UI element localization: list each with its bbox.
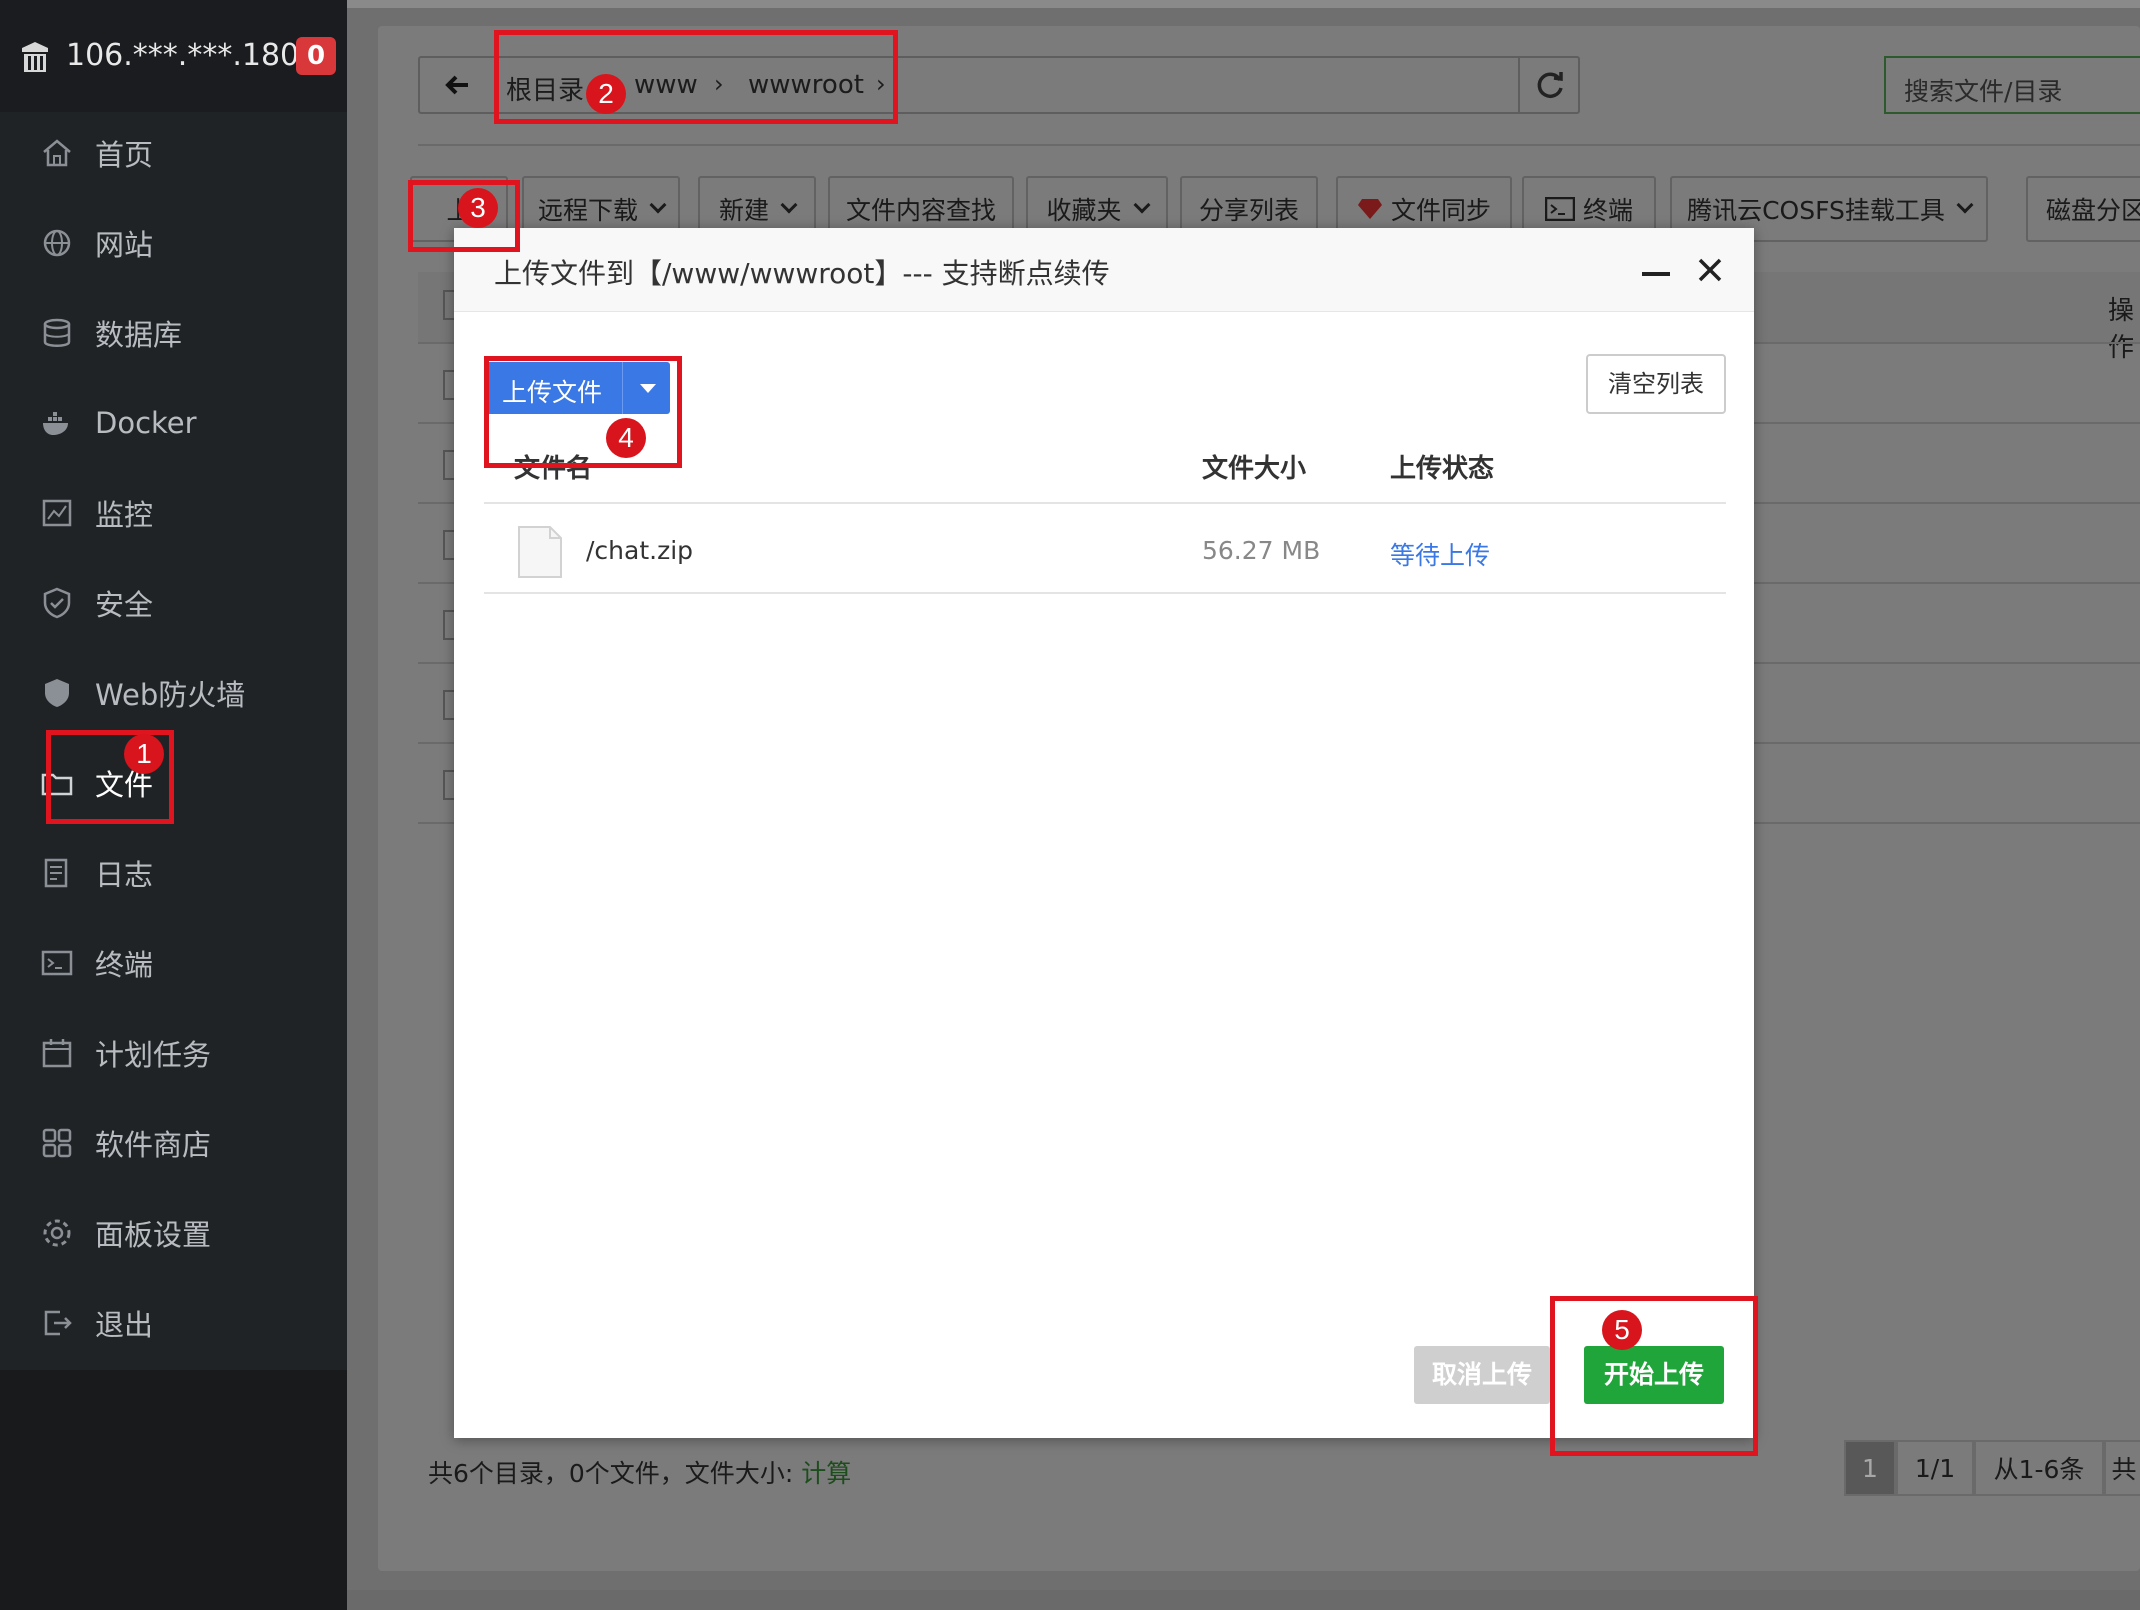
refresh-icon	[1537, 72, 1563, 98]
globe-icon	[43, 229, 71, 257]
sidebar-item-label: 软件商店	[95, 1128, 212, 1162]
sidebar-item-logs[interactable]: 日志	[0, 828, 347, 918]
cosfs-label: 腾讯云COSFS挂载工具	[1687, 196, 1945, 225]
file-summary: 共6个目录，0个文件，文件大小: 计算	[428, 1454, 851, 1490]
clear-list-button[interactable]: 清空列表	[1586, 354, 1726, 414]
file-sync-label: 文件同步	[1390, 196, 1491, 225]
cancel-upload-button[interactable]: 取消上传	[1414, 1346, 1550, 1404]
page-current[interactable]: 1	[1844, 1440, 1896, 1496]
chevron-down-icon	[649, 196, 667, 214]
sidebar-item-website[interactable]: 网站	[0, 198, 347, 288]
sidebar-item-label: 安全	[95, 588, 154, 622]
gem-icon	[1357, 199, 1382, 219]
sidebar-item-label: 数据库	[95, 318, 183, 352]
sidebar-item-label: 网站	[95, 228, 154, 262]
annotation-marker: 2	[586, 74, 626, 114]
dialog-title: 上传文件到【/www/wwwroot】--- 支持断点续传	[494, 257, 1110, 290]
sidebar-bottom	[0, 1370, 347, 1610]
alert-count-badge[interactable]: 0	[296, 37, 336, 75]
docker-icon	[43, 412, 68, 435]
top-tabs-strip	[347, 0, 2140, 8]
sidebar-item-store[interactable]: 软件商店	[0, 1098, 347, 1188]
file-summary-text: 共6个目录，0个文件，文件大小:	[428, 1459, 802, 1488]
annotation-marker: 3	[458, 188, 498, 228]
column-file-size: 文件大小	[1202, 454, 1307, 484]
share-list-label: 分享列表	[1198, 196, 1299, 225]
database-icon	[43, 318, 71, 347]
remote-download-label: 远程下载	[537, 196, 638, 225]
firewall-icon	[45, 679, 69, 707]
sidebar-item-label: 监控	[95, 498, 154, 532]
ops-column-header: 操作	[2108, 296, 2135, 363]
page-range: 从1-6条	[1974, 1440, 2104, 1496]
chevron-down-icon	[1133, 196, 1150, 214]
file-size: 56.27 MB	[1202, 536, 1321, 565]
server-ip: 106.***.***.180	[66, 38, 300, 73]
sidebar-item-docker[interactable]: Docker	[0, 378, 347, 468]
file-icon	[518, 526, 562, 578]
chevron-down-icon	[780, 196, 798, 214]
new-label: 新建	[718, 196, 769, 225]
disk-partition-label: 磁盘分区	[2046, 196, 2140, 225]
sidebar-item-settings[interactable]: 面板设置	[0, 1188, 347, 1278]
chevron-down-icon	[1956, 196, 1974, 214]
annotation-marker: 4	[606, 418, 646, 458]
sidebar-item-label: 终端	[95, 948, 154, 982]
sidebar-item-label: 日志	[95, 858, 154, 892]
annotation-box-start-upload	[1550, 1296, 1758, 1456]
sidebar-item-label: Docker	[95, 406, 197, 440]
server-logo-icon	[22, 42, 48, 72]
terminal-icon	[1544, 197, 1575, 221]
log-icon	[44, 858, 68, 888]
logout-icon	[44, 1310, 72, 1336]
terminal-label: 终端	[1582, 196, 1633, 225]
disk-partition-button[interactable]: 磁盘分区	[2026, 176, 2140, 242]
search-input[interactable]: 搜索文件/目录	[1884, 56, 2140, 114]
calculate-size-link[interactable]: 计算	[801, 1459, 851, 1488]
upload-status: 等待上传	[1390, 541, 1491, 570]
monitor-icon	[42, 499, 72, 527]
sidebar-item-terminal[interactable]: 终端	[0, 918, 347, 1008]
sidebar-item-logout[interactable]: 退出	[0, 1278, 347, 1368]
content-search-label: 文件内容查找	[845, 196, 996, 225]
table-header-divider	[484, 502, 1726, 504]
file-name: /chat.zip	[586, 536, 694, 565]
terminal-icon	[41, 950, 73, 976]
sidebar-item-label: 面板设置	[95, 1218, 212, 1252]
sidebar-item-label: 首页	[95, 138, 154, 172]
sidebar-item-label: Web防火墙	[95, 678, 246, 712]
sidebar-item-monitor[interactable]: 监控	[0, 468, 347, 558]
sidebar-item-cron[interactable]: 计划任务	[0, 1008, 347, 1098]
server-header: 106.***.***.180 0	[0, 0, 347, 112]
close-icon[interactable]	[1690, 250, 1730, 290]
grid-icon	[42, 1128, 72, 1158]
arrow-left-icon	[445, 75, 468, 95]
minimize-icon[interactable]	[1642, 272, 1670, 276]
page-total: 共	[2104, 1440, 2140, 1496]
sidebar-item-security[interactable]: 安全	[0, 558, 347, 648]
shield-icon	[43, 587, 71, 619]
annotation-marker: 1	[124, 734, 164, 774]
back-button[interactable]	[420, 58, 498, 112]
sidebar-item-label: 计划任务	[95, 1038, 212, 1072]
page-count: 1/1	[1896, 1440, 1974, 1496]
divider	[418, 144, 2140, 146]
table-row-divider	[484, 592, 1726, 594]
gear-icon	[43, 1219, 71, 1247]
annotation-box-path	[494, 30, 898, 124]
favorites-label: 收藏夹	[1046, 196, 1122, 225]
sidebar-item-waf[interactable]: Web防火墙	[0, 648, 347, 738]
column-upload-status: 上传状态	[1390, 454, 1495, 484]
sidebar-item-database[interactable]: 数据库	[0, 288, 347, 378]
annotation-box-upload-file	[484, 356, 682, 468]
sidebar-item-home[interactable]: 首页	[0, 108, 347, 198]
search-placeholder: 搜索文件/目录	[1904, 77, 2063, 106]
dialog-header: 上传文件到【/www/wwwroot】--- 支持断点续传	[454, 228, 1754, 312]
sidebar-item-label: 退出	[95, 1308, 154, 1342]
annotation-marker: 5	[1602, 1310, 1642, 1350]
home-icon	[43, 139, 71, 167]
bottom-strip	[347, 1590, 2140, 1610]
refresh-button[interactable]	[1518, 58, 1578, 112]
calendar-icon	[42, 1039, 72, 1068]
